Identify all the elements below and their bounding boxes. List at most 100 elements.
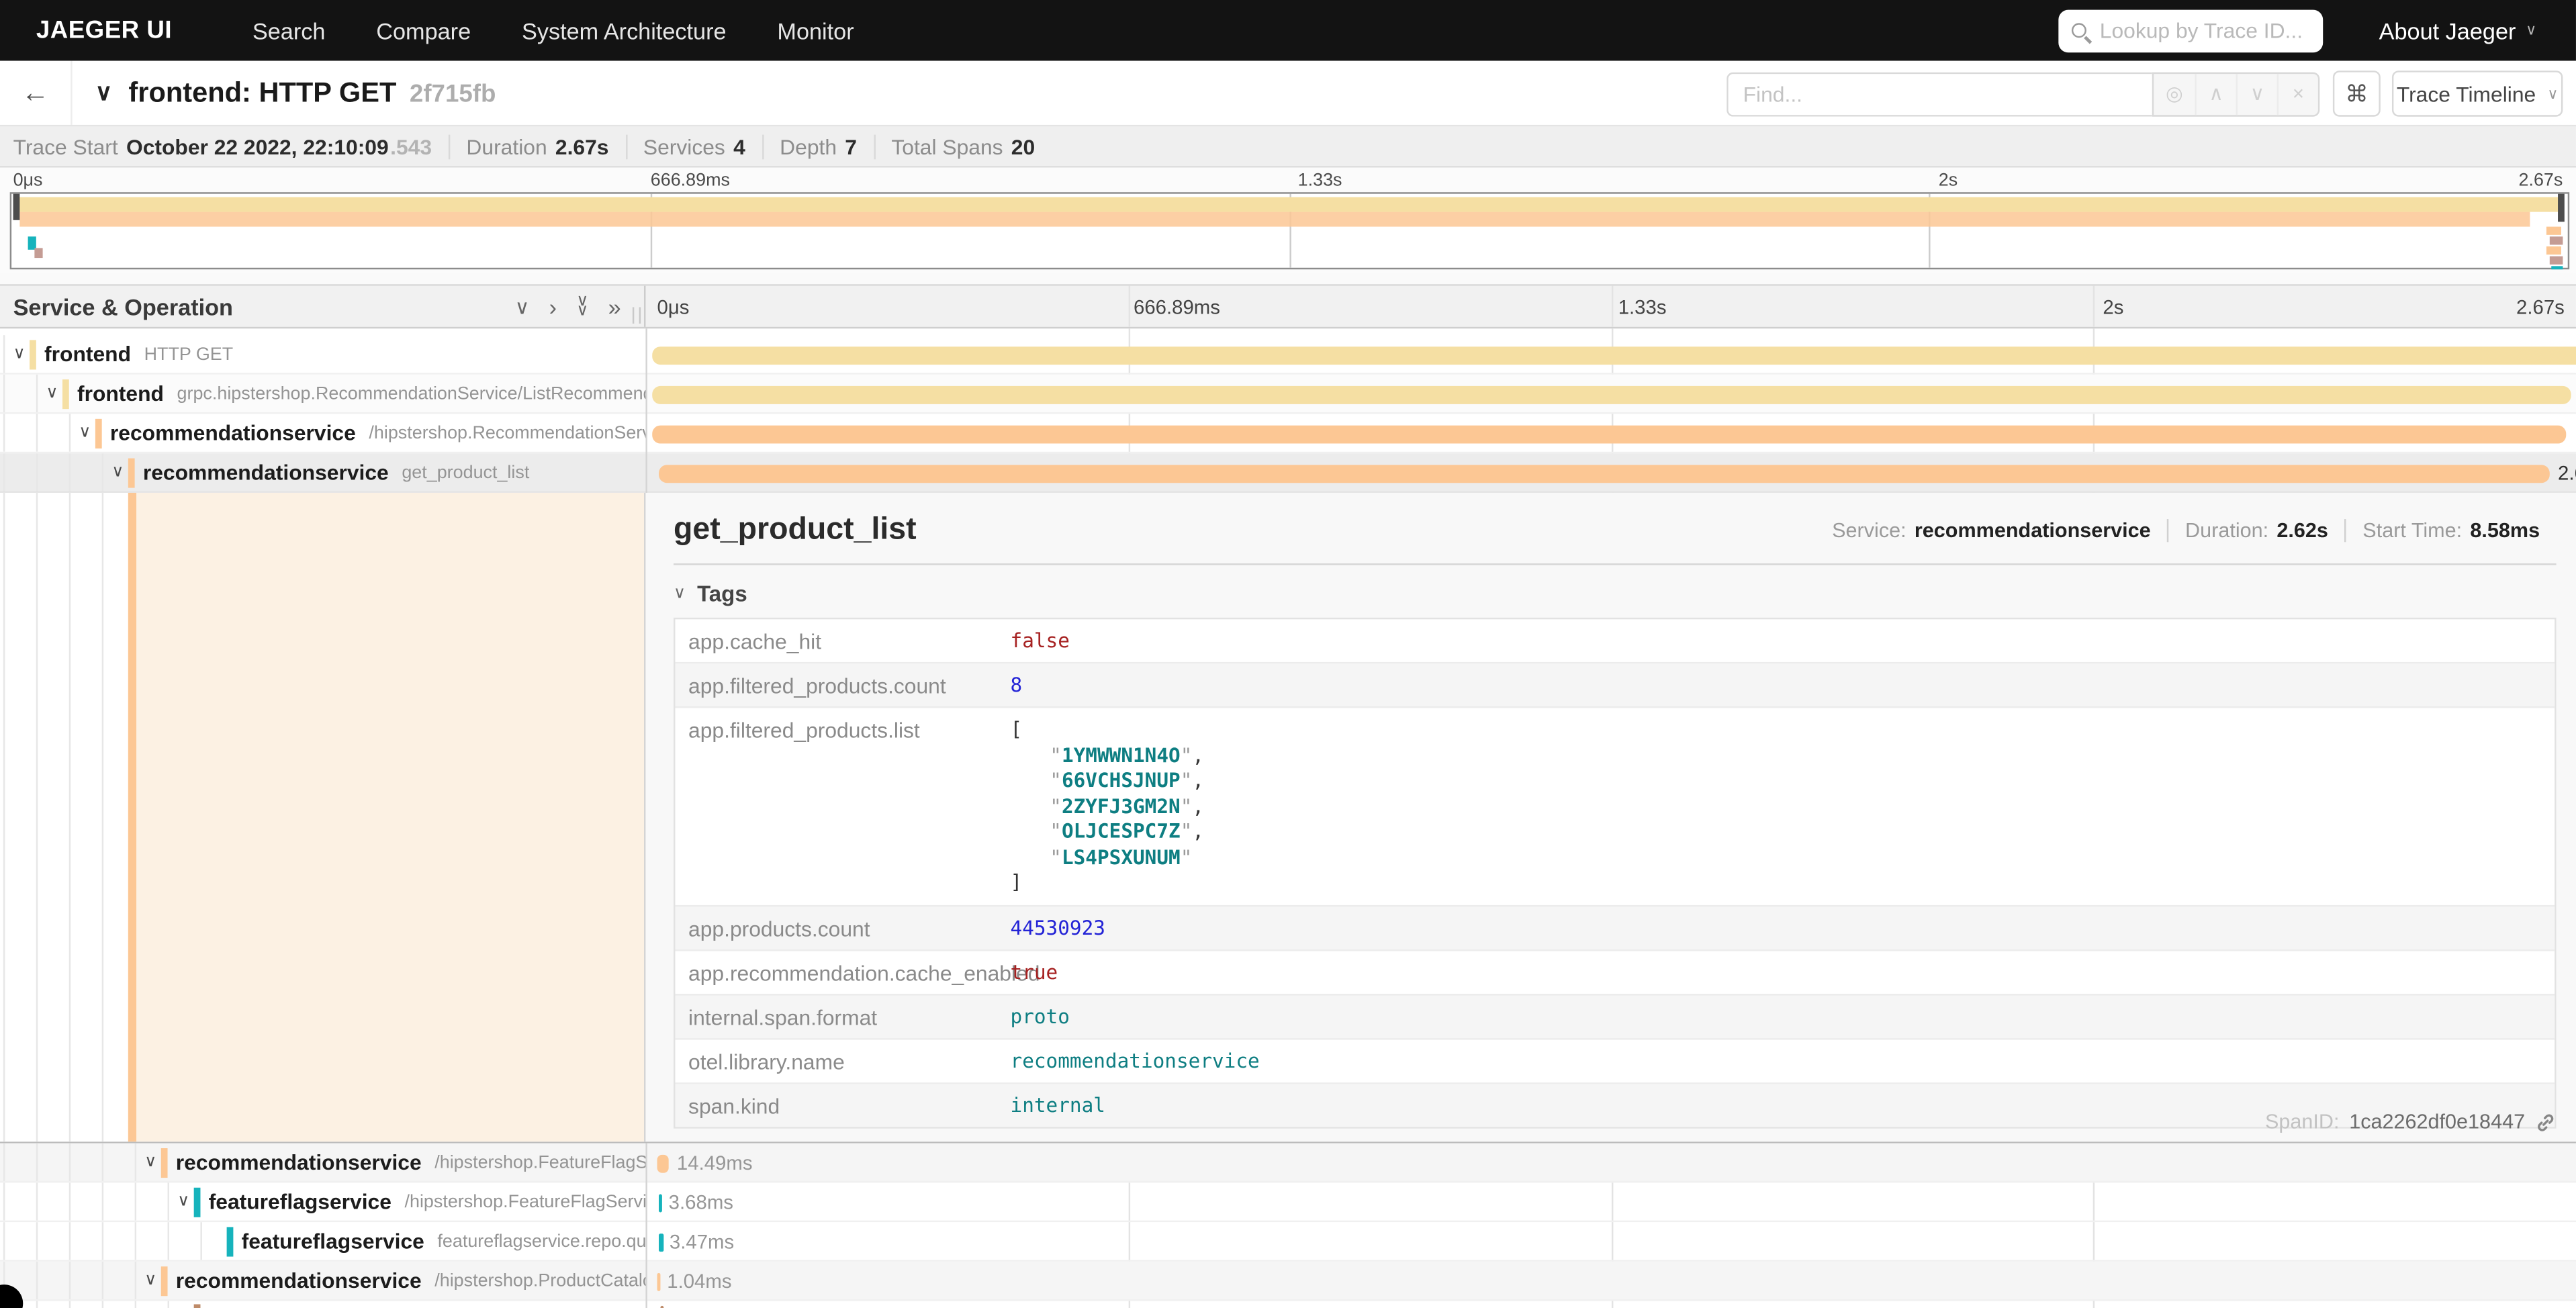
- minimap-right-scrubber[interactable]: [2558, 194, 2565, 222]
- trace-title: frontend: HTTP GET2f715fb: [128, 77, 496, 109]
- expand-one-icon[interactable]: ›: [549, 295, 557, 318]
- minimap-span-bar: [2546, 227, 2561, 235]
- span-duration-label: 14.49ms: [677, 1152, 753, 1174]
- minimap-span-bar: [15, 197, 2563, 212]
- tree-controls: ∨ › ∨∨ »: [515, 295, 621, 318]
- tag-row: app.recommendation.cache_enabled true: [675, 950, 2555, 994]
- collapse-span-icon[interactable]: ∨: [13, 345, 26, 363]
- trace-id-search-box[interactable]: [2059, 9, 2324, 52]
- span-duration-bar[interactable]: [657, 1272, 660, 1291]
- minimap-tick: 2s: [1939, 171, 1958, 190]
- span-row-partial[interactable]: [0, 1301, 2576, 1308]
- indent-guide: [168, 1222, 169, 1260]
- clear-find-icon[interactable]: ×: [2277, 73, 2318, 114]
- span-color-bar: [128, 459, 135, 488]
- collapse-span-icon[interactable]: ∨: [144, 1272, 156, 1290]
- collapse-span-icon[interactable]: ∨: [79, 424, 91, 442]
- timeline-ruler: 0μs 666.89ms 1.33s 2s 2.67s: [645, 286, 2576, 327]
- indent-guide: [3, 493, 5, 1141]
- chevron-down-icon: ∨: [674, 585, 686, 603]
- trace-services: Services 4: [625, 134, 762, 158]
- back-button[interactable]: ←: [0, 61, 73, 125]
- indent-guide: [3, 335, 5, 373]
- span-color-bar: [161, 1266, 168, 1296]
- span-color-bar: [30, 340, 36, 369]
- span-row-productcatalog-call[interactable]: ∨ recommendationservice /hipstershop.Pro…: [0, 1262, 2576, 1301]
- trace-summary-bar: Trace Start October 22 2022, 22:10:09.54…: [0, 126, 2576, 167]
- span-rows-bottom: ∨ recommendationservice /hipstershop.Fea…: [0, 1143, 2576, 1308]
- collapse-span-icon[interactable]: ∨: [177, 1193, 189, 1211]
- span-row-featureflag-getflag[interactable]: ∨ featureflagservice /hipstershop.Featur…: [0, 1182, 2576, 1222]
- collapse-span-icon[interactable]: ∨: [111, 463, 124, 481]
- nav-item-system-architecture[interactable]: System Architecture: [522, 17, 727, 44]
- span-color-bar: [194, 1188, 201, 1217]
- span-row-recommendation-list[interactable]: ∨ recommendationservice /hipstershop.Rec…: [0, 414, 2576, 453]
- detail-service: Service: recommendationservice: [1816, 519, 2167, 542]
- collapse-all-icon[interactable]: ∨∨: [576, 297, 588, 316]
- collapse-span-icon[interactable]: ∨: [144, 1153, 156, 1171]
- expand-all-icon[interactable]: »: [608, 295, 621, 318]
- detail-duration: Duration: 2.62s: [2167, 519, 2344, 542]
- minimap-tick: 666.89ms: [651, 171, 730, 190]
- indent-guide: [3, 414, 5, 451]
- json-open-bracket: [1011, 718, 1205, 743]
- service-operation-header: Service & Operation ∨ › ∨∨ »: [0, 286, 645, 327]
- focus-match-icon[interactable]: ◎: [2154, 73, 2195, 114]
- span-duration-label: 3.68ms: [669, 1191, 733, 1214]
- indent-guide: [102, 1301, 103, 1308]
- span-duration-label: 2.62s: [2558, 461, 2576, 484]
- trace-id-search-input[interactable]: [2097, 16, 2310, 44]
- detail-start-time: Start Time: 8.58ms: [2344, 519, 2556, 542]
- span-row-featureflag-call[interactable]: ∨ recommendationservice /hipstershop.Fea…: [0, 1143, 2576, 1183]
- span-duration-bar[interactable]: [657, 1154, 669, 1172]
- span-color-bar: [194, 1304, 201, 1308]
- span-duration-bar[interactable]: [652, 346, 2576, 364]
- about-jaeger-menu[interactable]: About Jaeger ∨: [2379, 17, 2537, 44]
- minimap-left-scrubber[interactable]: [13, 194, 20, 220]
- collapse-span-icon[interactable]: ∨: [46, 384, 58, 402]
- nav-item-monitor[interactable]: Monitor: [777, 17, 854, 44]
- indent-guide: [3, 1143, 5, 1181]
- deep-link-icon[interactable]: [2535, 1111, 2557, 1133]
- indent-guide: [168, 1301, 169, 1308]
- column-resizer-grip[interactable]: [633, 307, 641, 323]
- indent-guide: [36, 1301, 38, 1308]
- indent-guide: [69, 1262, 71, 1299]
- next-match-icon[interactable]: ∨: [2236, 73, 2277, 114]
- span-row-get-product-list-selected[interactable]: ∨ recommendationservice get_product_list…: [0, 453, 2576, 493]
- span-duration-bar[interactable]: [652, 385, 2571, 404]
- collapse-trace-chevron-icon[interactable]: ∨: [95, 79, 112, 107]
- prev-match-icon[interactable]: ∧: [2195, 73, 2236, 114]
- detail-header[interactable]: get_product_list Service: recommendation…: [674, 512, 2557, 549]
- trace-start: Trace Start October 22 2022, 22:10:09.54…: [13, 134, 449, 158]
- span-duration-bar[interactable]: [658, 1193, 662, 1211]
- span-duration-label: 3.47ms: [670, 1230, 734, 1253]
- span-duration-bar[interactable]: [652, 424, 2566, 442]
- app-logo[interactable]: JAEGER UI: [36, 16, 172, 44]
- trace-total-spans: Total Spans 20: [873, 134, 1051, 158]
- nav-item-compare[interactable]: Compare: [376, 17, 471, 44]
- detail-indent-column: [0, 493, 645, 1141]
- minimap-canvas[interactable]: [10, 192, 2569, 269]
- trace-minimap: 0μs 666.89ms 1.33s 2s 2.67s: [0, 168, 2576, 273]
- nav-item-search[interactable]: Search: [252, 17, 326, 44]
- tags-section-toggle[interactable]: ∨ Tags: [674, 581, 871, 606]
- span-row-frontend-grpc[interactable]: ∨ frontend grpc.hipstershop.Recommendati…: [0, 375, 2576, 414]
- detail-row-tint[interactable]: [136, 493, 644, 1141]
- find-input[interactable]: [1727, 71, 2152, 115]
- view-type-dropdown[interactable]: Trace Timeline ∨: [2392, 71, 2563, 116]
- span-duration-bar[interactable]: [659, 1233, 663, 1251]
- span-detail-section: get_product_list Service: recommendation…: [0, 493, 2576, 1143]
- collapse-one-icon[interactable]: ∨: [515, 297, 530, 316]
- span-row-frontend-http-get[interactable]: ∨ frontend HTTP GET: [0, 335, 2576, 375]
- span-duration-bar[interactable]: [659, 464, 2550, 482]
- span-row-featureflag-repo-query[interactable]: featureflagservice featureflagservice.re…: [0, 1222, 2576, 1262]
- minimap-tick: 2.67s: [2519, 171, 2563, 190]
- keyboard-shortcuts-button[interactable]: ⌘: [2333, 71, 2381, 116]
- indent-guide: [135, 1262, 136, 1299]
- indent-guide: [36, 1222, 38, 1260]
- ruler-tick: 666.89ms: [1134, 295, 1220, 318]
- navbar-right: About Jaeger ∨: [2059, 9, 2537, 52]
- span-rows-top: ∨ frontend HTTP GET ∨ frontend grpc.hips…: [0, 328, 2576, 493]
- minimap-tick: 0μs: [13, 171, 43, 190]
